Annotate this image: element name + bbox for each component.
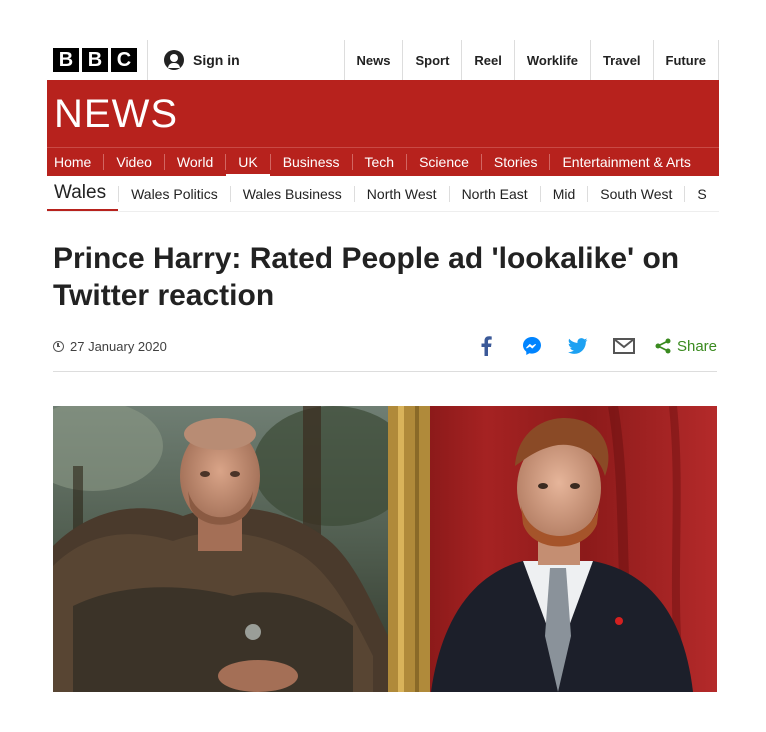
news-nav-entertainment-arts[interactable]: Entertainment & Arts bbox=[549, 154, 702, 170]
masthead: B B C Sign in News Sport Reel Worklife T… bbox=[47, 40, 719, 80]
sign-in-label: Sign in bbox=[193, 52, 240, 68]
sub-nav-north-west[interactable]: North West bbox=[353, 185, 449, 202]
sub-nav-north-east[interactable]: North East bbox=[448, 185, 540, 202]
top-nav-travel[interactable]: Travel bbox=[589, 40, 653, 80]
top-nav-sport[interactable]: Sport bbox=[402, 40, 461, 80]
bbc-logo[interactable]: B B C bbox=[47, 40, 147, 80]
facebook-icon[interactable] bbox=[463, 333, 509, 359]
hero-image bbox=[53, 406, 717, 692]
email-icon[interactable] bbox=[601, 333, 647, 359]
bbc-logo-letter-b2: B bbox=[82, 48, 108, 72]
sub-nav-section-wales[interactable]: Wales bbox=[47, 176, 119, 211]
top-nav: News Sport Reel Worklife Travel Future bbox=[343, 40, 719, 80]
twitter-icon[interactable] bbox=[555, 333, 601, 359]
news-nav-video[interactable]: Video bbox=[103, 154, 164, 170]
article-date-text: 27 January 2020 bbox=[70, 338, 167, 354]
news-nav-business[interactable]: Business bbox=[269, 154, 352, 170]
bbc-logo-letter-c: C bbox=[111, 48, 137, 72]
sub-nav-south-west[interactable]: South West bbox=[587, 185, 684, 202]
sub-nav-mid[interactable]: Mid bbox=[539, 185, 588, 202]
top-nav-worklife[interactable]: Worklife bbox=[513, 40, 590, 80]
share-icon bbox=[655, 338, 671, 354]
news-band: NEWS Home Video World UK Business Tech S… bbox=[47, 80, 719, 177]
share-label: Share bbox=[676, 337, 717, 355]
news-nav: Home Video World UK Business Tech Scienc… bbox=[47, 147, 719, 177]
meta-divider bbox=[53, 371, 717, 372]
top-nav-reel[interactable]: Reel bbox=[461, 40, 513, 80]
news-nav-home[interactable]: Home bbox=[47, 154, 103, 170]
bbc-logo-letter-b1: B bbox=[53, 48, 79, 72]
news-nav-stories[interactable]: Stories bbox=[480, 154, 550, 170]
article-headline: Prince Harry: Rated People ad 'lookalike… bbox=[53, 242, 680, 312]
messenger-icon[interactable] bbox=[509, 333, 555, 359]
sub-nav: Wales Wales Politics Wales Business Nort… bbox=[47, 176, 719, 212]
news-nav-world[interactable]: World bbox=[163, 154, 225, 170]
hero-photo-composite bbox=[53, 406, 717, 692]
user-icon bbox=[164, 50, 184, 70]
top-nav-news[interactable]: News bbox=[343, 40, 403, 80]
left-photo bbox=[53, 406, 413, 692]
news-nav-science[interactable]: Science bbox=[406, 154, 481, 170]
right-photo bbox=[388, 406, 717, 692]
news-nav-tech[interactable]: Tech bbox=[351, 154, 407, 170]
share-tools: Share bbox=[463, 333, 717, 359]
article-date: 27 January 2020 bbox=[53, 339, 167, 354]
sign-in-link[interactable]: Sign in bbox=[147, 40, 319, 80]
article-meta: 27 January 2020 Share bbox=[53, 333, 717, 359]
sub-nav-wales-business[interactable]: Wales Business bbox=[229, 185, 354, 202]
sub-nav-truncated-item[interactable]: S bbox=[684, 185, 718, 202]
clock-icon bbox=[53, 340, 64, 352]
top-nav-future[interactable]: Future bbox=[652, 40, 719, 80]
share-button[interactable]: Share bbox=[655, 338, 717, 355]
sub-nav-wales-politics[interactable]: Wales Politics bbox=[118, 185, 230, 202]
news-nav-uk[interactable]: UK bbox=[225, 154, 271, 177]
news-title[interactable]: NEWS bbox=[54, 92, 178, 137]
